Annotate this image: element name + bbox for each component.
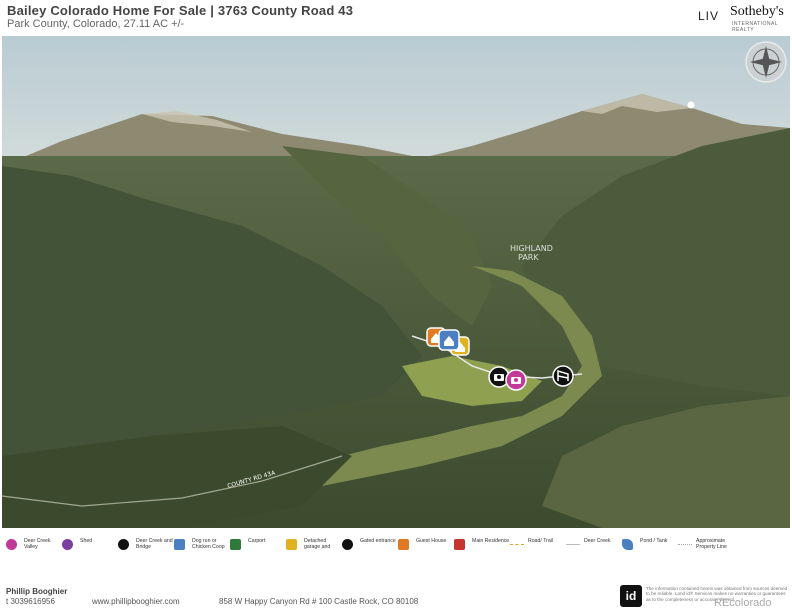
legend-label: Gated entrance bbox=[360, 538, 396, 544]
legend-label: Main Residence bbox=[472, 538, 510, 544]
land-id-logo: id bbox=[620, 585, 642, 607]
compass-rose-icon bbox=[745, 41, 787, 83]
page-title: Bailey Colorado Home For Sale | 3763 Cou… bbox=[7, 3, 354, 18]
home-icon bbox=[230, 539, 241, 550]
home-icon bbox=[454, 539, 465, 550]
home-icon bbox=[286, 539, 297, 550]
gated-entrance-marker bbox=[552, 365, 574, 387]
gate-icon bbox=[342, 539, 353, 550]
sothebys-logo: Sotheby's bbox=[730, 4, 784, 19]
legend-label: Deer Creek Valley bbox=[24, 538, 51, 551]
home-icon bbox=[398, 539, 409, 550]
legend-label: Deer Creek bbox=[584, 538, 611, 544]
agent-name: Phillip Booghier bbox=[6, 587, 68, 596]
legend-label: Pond / Tank bbox=[640, 538, 668, 544]
map-legend: Deer Creek Valley Shed Deer Creek and Br… bbox=[0, 532, 792, 558]
peak-marker bbox=[687, 101, 695, 109]
office-address: 858 W Happy Canyon Rd # 100 Castle Rock,… bbox=[219, 597, 419, 606]
deer-creek-valley-marker bbox=[505, 369, 527, 391]
home-icon bbox=[62, 539, 73, 550]
sothebys-logo-subtitle: INTERNATIONAL REALTY bbox=[732, 21, 778, 33]
recolorado-logo: REcolorado bbox=[714, 597, 772, 609]
legend-label: Shed bbox=[80, 538, 93, 544]
terrain-map[interactable]: HIGHLAND PARK COUNTY RD 43A bbox=[2, 36, 790, 528]
dotted-line-icon bbox=[678, 544, 692, 545]
dog-run-marker bbox=[438, 329, 460, 351]
liv-logo: LIV bbox=[698, 9, 720, 23]
page-subtitle: Park County, Colorado, 27.11 AC +/- bbox=[7, 18, 185, 30]
place-label-park: PARK bbox=[518, 253, 539, 262]
line-icon bbox=[566, 544, 580, 545]
legend-label: Deer Creek and Bridge bbox=[136, 538, 173, 551]
agent-website-link[interactable]: www.phillipbooghier.com bbox=[92, 597, 180, 606]
legend-label: Guest House bbox=[416, 538, 447, 544]
agent-phone[interactable]: t 3039616956 bbox=[6, 597, 55, 606]
legend-label: Carport bbox=[248, 538, 266, 544]
legend-label: Detached garage and bbox=[304, 538, 331, 551]
dashed-line-icon bbox=[510, 544, 524, 545]
camera-icon bbox=[6, 539, 17, 550]
home-icon bbox=[174, 539, 185, 550]
camera-icon bbox=[118, 539, 129, 550]
pond-icon bbox=[622, 539, 633, 550]
legend-label: Approximate Property Line bbox=[696, 538, 727, 551]
legend-label: Road/ Trail bbox=[528, 538, 554, 544]
header: Bailey Colorado Home For Sale | 3763 Cou… bbox=[0, 0, 792, 36]
place-label-highland: HIGHLAND bbox=[510, 244, 553, 253]
legend-label: Dog run or Chicken Coop bbox=[192, 538, 225, 551]
